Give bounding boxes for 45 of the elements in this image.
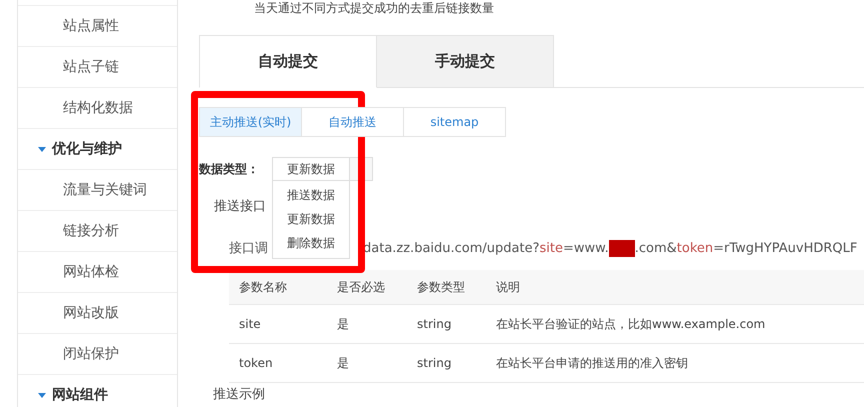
sidebar-item[interactable]: 网站体检 (18, 252, 177, 293)
section-label: 推送示例 (213, 386, 266, 403)
table-cell-text: 在站长平台验证的站点，比如www.example.com (495, 316, 766, 332)
url-text: .com& (634, 240, 677, 256)
column-header: 参数名称 (238, 278, 288, 296)
sidebar-item[interactable]: 站点子链 (18, 47, 177, 88)
url-text: =www. (562, 240, 609, 256)
sidebar-item[interactable]: 流量与关键词 (18, 170, 177, 211)
table-cell-text: string (416, 356, 452, 370)
dropdown-option[interactable]: 推送数据 (273, 183, 349, 207)
redaction-block (608, 240, 635, 256)
url-text: data.zz.baidu.com/update? (363, 240, 540, 256)
sidebar-group[interactable]: 优化与维护 (18, 129, 177, 170)
dropdown-option[interactable]: 删除数据 (273, 231, 349, 255)
caret-icon (38, 392, 46, 398)
sidebar-item[interactable]: 链接分析 (18, 211, 177, 252)
column-header: 说明 (495, 278, 520, 296)
tab[interactable]: 自动提交 (199, 35, 377, 88)
url-param: site (540, 240, 563, 256)
subtab[interactable]: 主动推送(实时) (199, 107, 302, 137)
table-cell-text: string (416, 317, 452, 331)
tab[interactable]: 手动提交 (377, 35, 554, 88)
section-label: 推送接口 (214, 198, 267, 216)
sidebar-item[interactable]: 结构化数据 (18, 88, 177, 129)
table-cell-text: token (238, 356, 274, 370)
intro-text: 当天通过不同方式提交成功的去重后链接数量 (253, 0, 495, 17)
sidebar-item[interactable]: 闭站保护 (18, 334, 177, 375)
subtab[interactable]: sitemap (404, 107, 506, 137)
column-header: 参数类型 (416, 278, 466, 296)
field-label: 接口调 (229, 240, 268, 257)
table-cell-text: 是 (336, 316, 350, 332)
dropdown-option[interactable]: 更新数据 (273, 207, 349, 231)
table-cell-text: site (238, 317, 262, 331)
sidebar-group[interactable]: 网站组件 (18, 375, 177, 407)
data-type-dropdown[interactable]: 更新数据 (272, 157, 350, 181)
table-cell-text: 是 (336, 354, 350, 372)
url-param: token (676, 240, 714, 256)
subtab[interactable]: 自动推送 (302, 107, 404, 137)
url-text: =rTwgHYPAuvHDRQLF (713, 240, 858, 256)
caret-icon (38, 146, 46, 152)
sidebar-item[interactable]: 站点属性 (18, 6, 177, 47)
sidebar-item[interactable]: 网站改版 (18, 293, 177, 334)
column-header: 是否必选 (336, 278, 386, 296)
table-cell-text: 在站长平台申请的推送用的准入密钥 (495, 354, 688, 372)
field-label: 数据类型： (199, 160, 260, 178)
